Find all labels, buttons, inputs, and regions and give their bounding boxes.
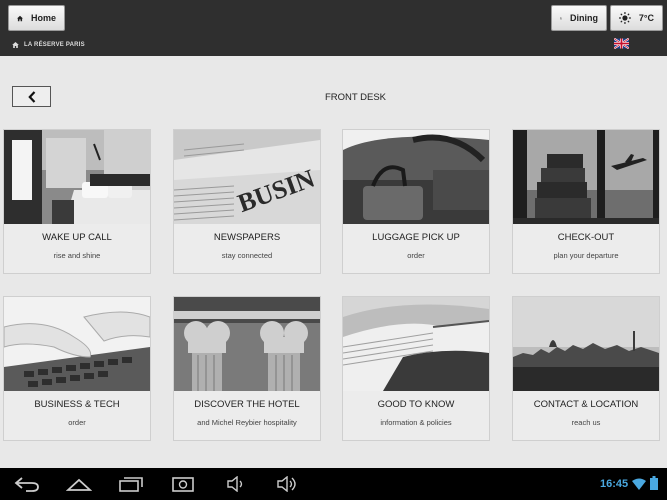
tile-subtitle: order: [68, 418, 86, 427]
tile-subtitle: rise and shine: [53, 251, 101, 260]
breadcrumb-label: LA RÉSERVE PARIS: [24, 42, 85, 48]
sun-icon: [619, 12, 631, 24]
status-clock: 16:45: [600, 478, 629, 490]
dining-label: Dining: [570, 13, 598, 23]
battery-icon: [650, 476, 658, 490]
tile-title: GOOD TO KNOW: [377, 399, 455, 410]
dining-button[interactable]: Dining: [551, 5, 607, 31]
top-bar: Home Dining 7°C LA RÉSERVE PARIS: [0, 0, 667, 56]
tile-title: WAKE UP CALL: [42, 232, 112, 243]
screenshot-icon[interactable]: [172, 476, 194, 492]
tile-contact-location[interactable]: CONTACT & LOCATION reach us: [512, 296, 660, 441]
cutlery-icon: [560, 16, 562, 20]
home-label: Home: [30, 13, 56, 23]
weather-button[interactable]: 7°C: [610, 5, 663, 31]
tile-check-out[interactable]: CHECK-OUT plan your departure: [512, 129, 660, 274]
corinthian-columns-image: [174, 297, 320, 391]
tile-subtitle: and Michel Reybier hospitality: [197, 418, 297, 427]
home-nav-icon[interactable]: [66, 476, 92, 492]
volume-down-icon[interactable]: [226, 476, 246, 492]
home-button[interactable]: Home: [8, 5, 65, 31]
tile-subtitle: reach us: [571, 418, 601, 427]
volume-up-icon[interactable]: [276, 476, 298, 492]
tile-business-tech[interactable]: BUSINESS & TECH order: [3, 296, 151, 441]
suitcases-airplane-image: [513, 130, 659, 224]
newspapers-image: BUSIN: [174, 130, 320, 224]
uk-flag-icon[interactable]: [614, 38, 629, 49]
tile-wake-up-call[interactable]: WAKE UP CALL rise and shine: [3, 129, 151, 274]
breadcrumb[interactable]: LA RÉSERVE PARIS: [12, 42, 85, 48]
home-icon: [17, 15, 23, 21]
open-book-image: [343, 297, 489, 391]
tile-subtitle: plan your departure: [553, 251, 619, 260]
tile-title: CONTACT & LOCATION: [533, 399, 639, 410]
tile-subtitle: information & policies: [380, 418, 452, 427]
page-title: FRONT DESK: [324, 92, 387, 103]
tile-title: LUGGAGE PICK UP: [372, 232, 460, 243]
tile-good-to-know[interactable]: GOOD TO KNOW information & policies: [342, 296, 490, 441]
wifi-icon: [632, 478, 646, 490]
tile-subtitle: order: [407, 251, 425, 260]
tile-discover-the-hotel[interactable]: DISCOVER THE HOTEL and Michel Reybier ho…: [173, 296, 321, 441]
tile-subtitle: stay connected: [221, 251, 273, 260]
hands-keyboard-image: [4, 297, 150, 391]
weather-label: 7°C: [638, 13, 654, 23]
hotel-bedroom-image: [4, 130, 150, 224]
paris-skyline-image: [513, 297, 659, 391]
tile-title: NEWSPAPERS: [213, 232, 281, 243]
recent-apps-icon[interactable]: [118, 476, 144, 492]
tile-luggage-pick-up[interactable]: LUGGAGE PICK UP order: [342, 129, 490, 274]
home-icon: [12, 42, 19, 48]
back-arrow-icon[interactable]: [14, 476, 40, 492]
tile-title: CHECK-OUT: [557, 232, 615, 243]
system-nav-bar: 16:45: [0, 468, 667, 500]
luggage-bag-image: [343, 130, 489, 224]
tile-title: DISCOVER THE HOTEL: [194, 399, 300, 410]
tile-newspapers[interactable]: BUSIN NEWSPAPERS stay connected: [173, 129, 321, 274]
tile-title: BUSINESS & TECH: [34, 399, 120, 410]
